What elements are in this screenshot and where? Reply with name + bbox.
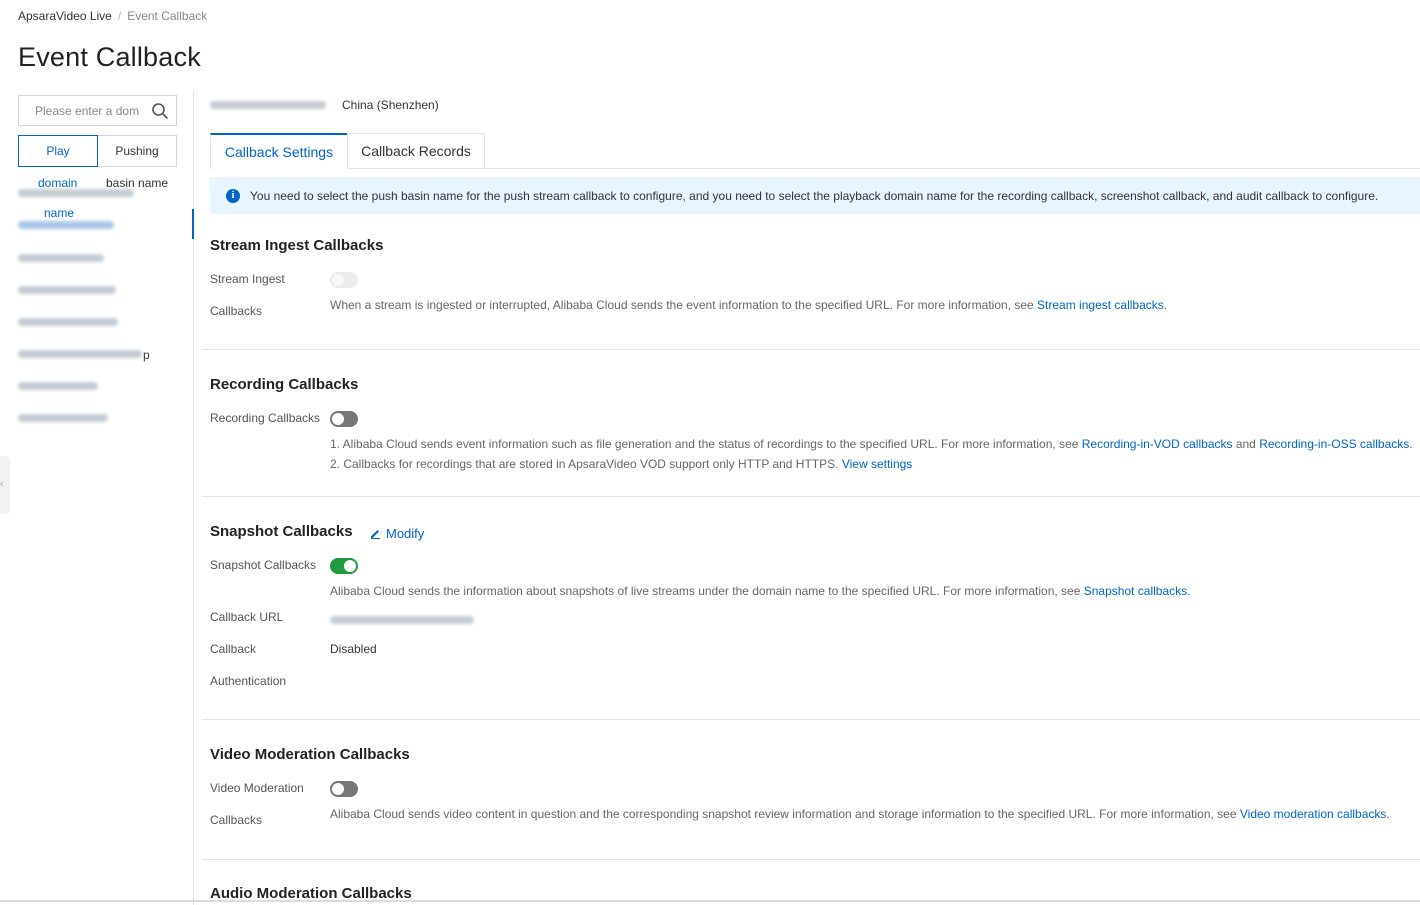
section-divider <box>202 349 1420 350</box>
snapshot-desc-end: . <box>1187 584 1191 598</box>
tab-callback-records[interactable]: Callback Records <box>347 133 485 169</box>
recording-line2-text: 2. Callbacks for recordings that are sto… <box>330 457 842 471</box>
callback-auth-value: Disabled <box>330 642 377 656</box>
recording-line1-end: . <box>1409 437 1413 451</box>
recording-description-line1: 1. Alibaba Cloud sends event information… <box>330 437 1413 451</box>
callback-tabs: Callback Settings Callback Records <box>210 133 1420 170</box>
list-item[interactable] <box>18 379 98 395</box>
domain-sidebar: Play Pushing domain basin name name p ‹ <box>0 90 194 905</box>
tab-callback-settings[interactable]: Callback Settings <box>210 133 348 170</box>
recording-line1-and: and <box>1232 437 1260 451</box>
snapshot-desc-text: Alibaba Cloud sends the information abou… <box>330 584 1084 598</box>
info-icon: i <box>226 188 240 203</box>
video-moderation-desc-text: Alibaba Cloud sends video content in que… <box>330 807 1240 821</box>
sidebar-collapse-handle[interactable]: ‹ <box>0 456 10 514</box>
list-item[interactable] <box>18 411 108 427</box>
list-item[interactable] <box>18 315 118 331</box>
callback-url-label: Callback URL <box>210 610 284 624</box>
bottom-scroll-edge <box>0 900 1420 902</box>
recording-section-title: Recording Callbacks <box>210 376 359 393</box>
stream-ingest-toggle[interactable] <box>330 272 358 288</box>
selected-domain-redacted <box>210 101 326 109</box>
callback-url-value-redacted <box>330 613 474 627</box>
video-moderation-desc-end: . <box>1386 807 1390 821</box>
snapshot-description: Alibaba Cloud sends the information abou… <box>330 584 1191 598</box>
recording-callbacks-toggle[interactable] <box>330 411 358 427</box>
list-item-suffix: p <box>143 347 150 362</box>
notice-text: You need to select the push basin name f… <box>250 188 1379 203</box>
stream-ingest-label-line1: Stream Ingest <box>210 272 285 286</box>
video-moderation-section-title: Video Moderation Callbacks <box>210 746 410 763</box>
pushing-segment-button[interactable]: Pushing <box>98 135 177 167</box>
play-segment-button[interactable]: Play <box>18 135 98 167</box>
breadcrumb-current: Event Callback <box>127 9 208 23</box>
stream-ingest-section-title: Stream Ingest Callbacks <box>210 237 384 254</box>
section-divider <box>202 859 1420 860</box>
domain-search-input[interactable] <box>19 96 143 125</box>
list-item-selected[interactable] <box>18 218 114 234</box>
page-title: Event Callback <box>18 42 201 72</box>
selected-domain-row: China (Shenzhen) <box>210 98 439 112</box>
breadcrumb-separator: / <box>117 9 122 23</box>
callback-auth-label-line2: Authentication <box>210 674 287 688</box>
video-moderation-label-line2: Callbacks <box>210 813 263 827</box>
video-moderation-toggle[interactable] <box>330 781 358 797</box>
edit-icon <box>371 530 380 539</box>
chevron-left-icon: ‹ <box>0 478 4 490</box>
snapshot-section-title: Snapshot Callbacks <box>210 523 353 540</box>
stream-ingest-label-line2: Callbacks <box>210 304 263 318</box>
stream-ingest-desc-text: When a stream is ingested or interrupted… <box>330 298 1038 312</box>
video-moderation-description: Alibaba Cloud sends video content in que… <box>330 807 1390 821</box>
list-item[interactable] <box>18 186 134 202</box>
breadcrumb-root-link[interactable]: ApsaraVideo Live <box>18 9 112 23</box>
snapshot-callbacks-label: Snapshot Callbacks <box>210 558 317 572</box>
video-moderation-label-line1: Video Moderation <box>210 781 304 795</box>
play-pushing-toggle: Play Pushing <box>18 135 177 167</box>
video-moderation-callbacks-link[interactable]: Video moderation callbacks <box>1240 807 1387 821</box>
snapshot-callbacks-toggle[interactable] <box>330 558 358 574</box>
domain-search-box <box>18 95 177 126</box>
recording-line1-text: 1. Alibaba Cloud sends event information… <box>330 437 1082 451</box>
list-item[interactable] <box>18 251 104 267</box>
callback-auth-label-line1: Callback <box>210 642 257 656</box>
section-divider <box>202 496 1420 497</box>
modify-label: Modify <box>386 526 425 541</box>
stream-ingest-description: When a stream is ingested or interrupted… <box>330 298 1167 312</box>
stream-ingest-desc-end: . <box>1163 298 1168 312</box>
region-label: China (Shenzhen) <box>342 98 439 112</box>
recording-in-vod-link[interactable]: Recording-in-VOD callbacks <box>1082 437 1233 451</box>
recording-in-oss-link[interactable]: Recording-in-OSS callbacks <box>1259 437 1409 451</box>
stream-ingest-callbacks-link[interactable]: Stream ingest callbacks <box>1037 298 1164 312</box>
search-icon[interactable] <box>151 102 169 120</box>
recording-callbacks-label: Recording Callbacks <box>210 411 321 425</box>
main-content: China (Shenzhen) Callback Settings Callb… <box>194 90 1420 905</box>
breadcrumb: ApsaraVideo Live / Event Callback <box>18 9 207 23</box>
modify-snapshot-button[interactable]: Modify <box>370 526 424 541</box>
section-divider <box>202 719 1420 720</box>
snapshot-callbacks-link[interactable]: Snapshot callbacks <box>1084 584 1187 598</box>
list-item[interactable] <box>18 283 116 299</box>
recording-description-line2: 2. Callbacks for recordings that are sto… <box>330 457 912 471</box>
info-notice: i You need to select the push basin name… <box>210 177 1420 214</box>
view-settings-link[interactable]: View settings <box>842 457 912 471</box>
list-item[interactable]: p <box>18 347 150 363</box>
